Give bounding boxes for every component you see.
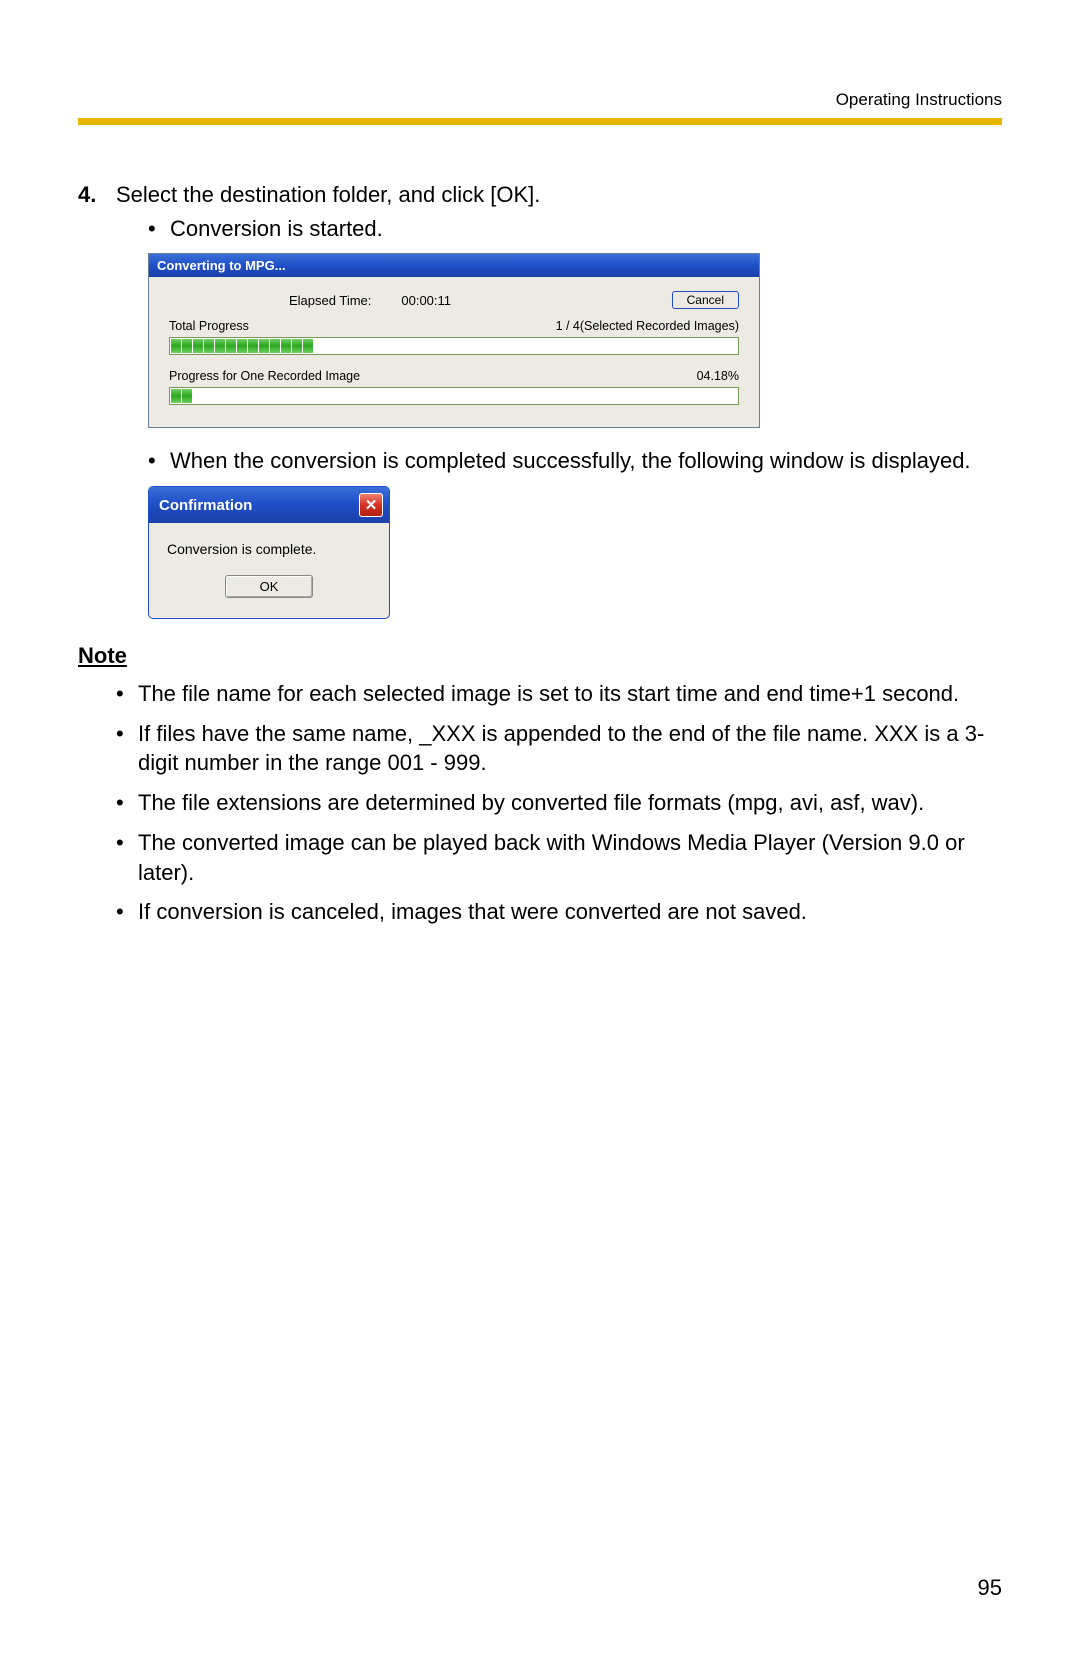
note-item: • If files have the same name, _XXX is a… — [116, 719, 1002, 778]
page-number: 95 — [978, 1575, 1002, 1601]
note-text: The file name for each selected image is… — [138, 679, 1002, 709]
note-text: If files have the same name, _XXX is app… — [138, 719, 1002, 778]
note-text: The converted image can be played back w… — [138, 828, 1002, 887]
total-progress-label: Total Progress — [169, 319, 249, 333]
confirmation-dialog: Confirmation ✕ Conversion is complete. O… — [148, 486, 390, 619]
substep-text: When the conversion is completed success… — [170, 446, 1002, 476]
one-image-progress-label: Progress for One Recorded Image — [169, 369, 360, 383]
note-text: The file extensions are determined by co… — [138, 788, 1002, 818]
confirmation-message: Conversion is complete. — [163, 541, 375, 557]
bullet-icon: • — [148, 214, 170, 244]
one-image-progress-bar — [169, 387, 739, 405]
substep-text: Conversion is started. — [170, 214, 1002, 244]
progress-title: Converting to MPG... — [157, 258, 286, 273]
bullet-icon: • — [116, 719, 138, 778]
total-progress-count: 1 / 4(Selected Recorded Images) — [556, 319, 739, 333]
bullet-icon: • — [116, 828, 138, 887]
step-4: 4. Select the destination folder, and cl… — [78, 180, 1002, 210]
page-header: Operating Instructions — [78, 90, 1002, 110]
ok-button[interactable]: OK — [225, 575, 314, 598]
elapsed-time-value: 00:00:11 — [401, 293, 451, 308]
note-list: • The file name for each selected image … — [116, 679, 1002, 927]
note-item: • The file name for each selected image … — [116, 679, 1002, 709]
close-button[interactable]: ✕ — [359, 493, 383, 517]
document-page: Operating Instructions 4. Select the des… — [0, 0, 1080, 1669]
bullet-icon: • — [116, 679, 138, 709]
bullet-icon: • — [116, 788, 138, 818]
close-icon: ✕ — [365, 498, 378, 513]
step-number: 4. — [78, 180, 116, 210]
one-image-progress-percent: 04.18% — [697, 369, 739, 383]
note-text: If conversion is canceled, images that w… — [138, 897, 1002, 927]
header-divider — [78, 118, 1002, 125]
note-item: • The converted image can be played back… — [116, 828, 1002, 887]
note-heading: Note — [78, 643, 1002, 669]
progress-titlebar: Converting to MPG... — [149, 254, 759, 277]
substep-conversion-started: • Conversion is started. — [148, 214, 1002, 244]
note-item: • If conversion is canceled, images that… — [116, 897, 1002, 927]
confirmation-title: Confirmation — [159, 497, 252, 514]
bullet-icon: • — [148, 446, 170, 476]
substep-completed: • When the conversion is completed succe… — [148, 446, 1002, 476]
cancel-button[interactable]: Cancel — [672, 291, 739, 309]
confirmation-titlebar: Confirmation ✕ — [149, 487, 389, 523]
note-item: • The file extensions are determined by … — [116, 788, 1002, 818]
step-text: Select the destination folder, and click… — [116, 180, 1002, 210]
total-progress-bar — [169, 337, 739, 355]
elapsed-time-label: Elapsed Time: — [289, 293, 371, 308]
bullet-icon: • — [116, 897, 138, 927]
progress-dialog: Converting to MPG... Elapsed Time: 00:00… — [148, 253, 760, 428]
